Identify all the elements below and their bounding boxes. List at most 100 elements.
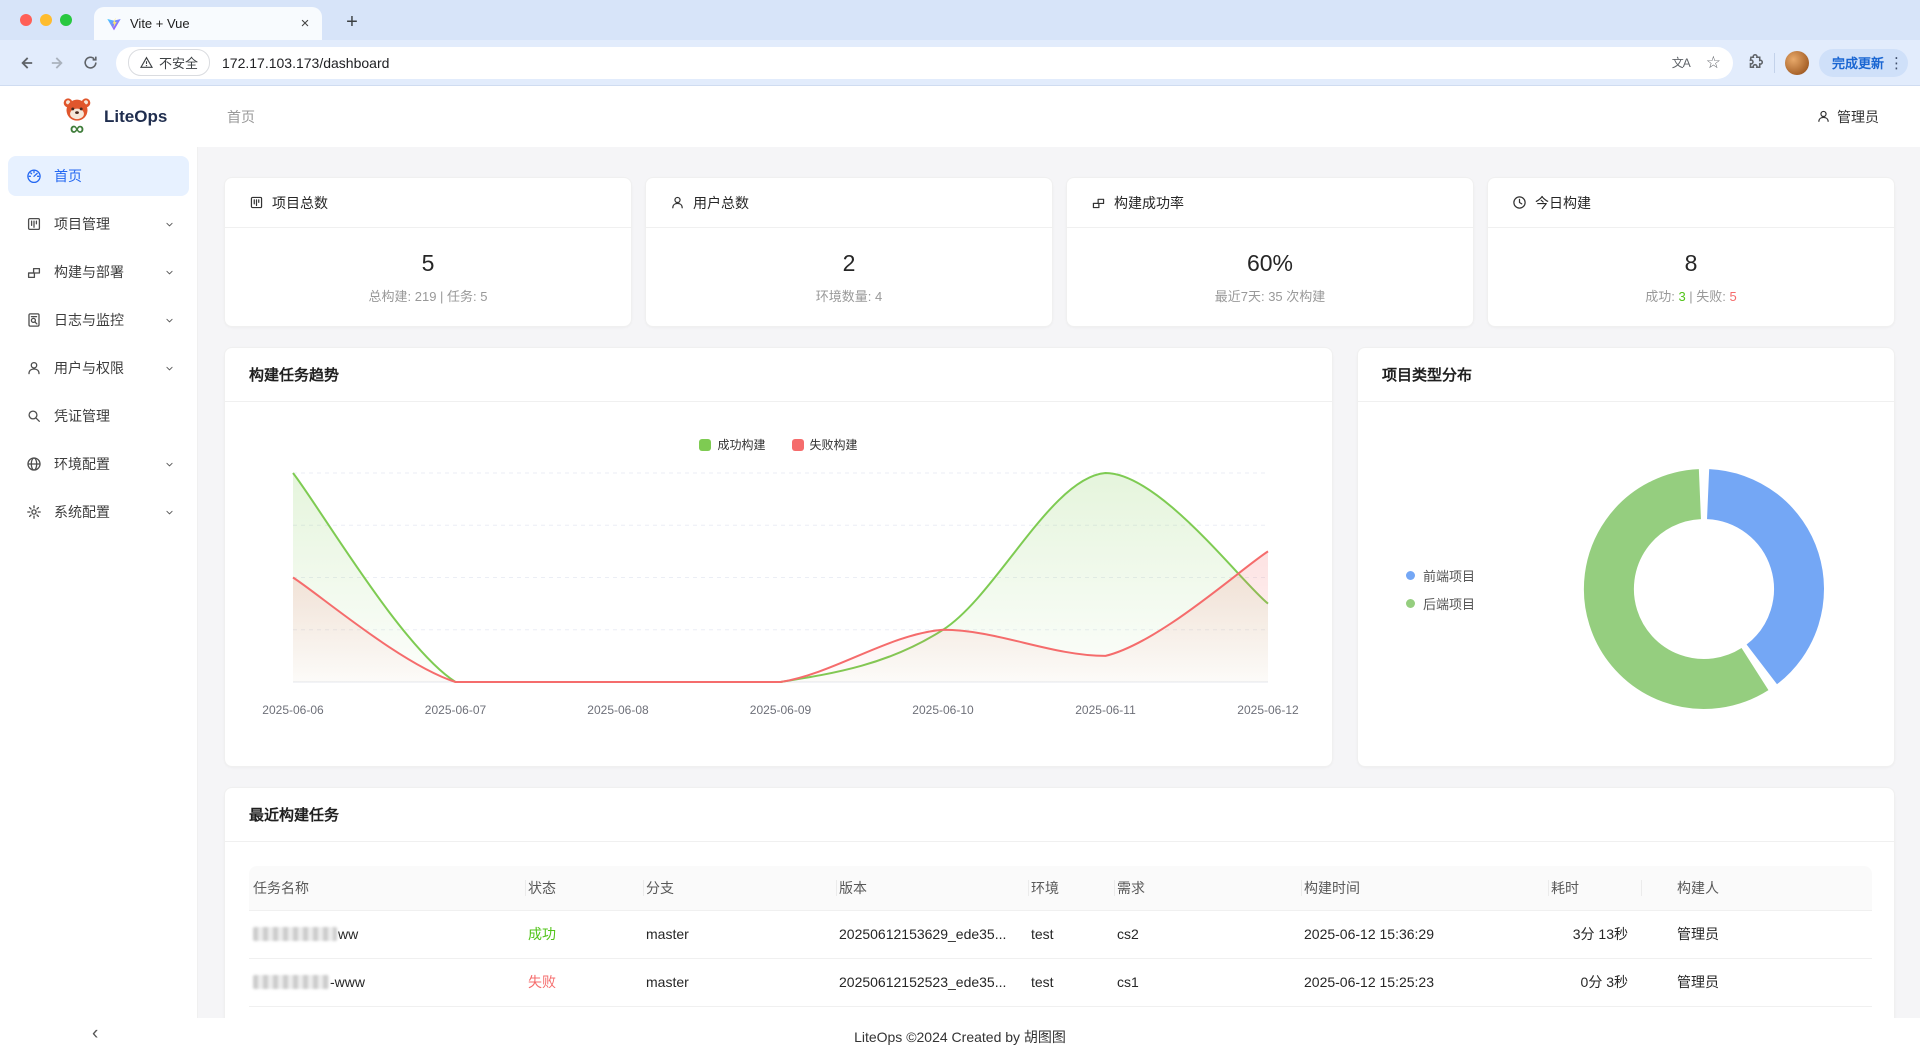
legend-item[interactable]: 失败构建	[792, 436, 858, 453]
new-tab-button[interactable]: +	[338, 9, 366, 37]
browser-tab[interactable]: Vite + Vue ×	[94, 7, 322, 40]
stat-sub-part: 3	[1678, 289, 1685, 304]
x-axis-label: 2025-06-06	[262, 703, 324, 717]
req-cell: cs2	[1115, 910, 1302, 958]
tab-close-icon[interactable]: ×	[296, 15, 314, 33]
task-name-suffix: -www	[330, 974, 365, 990]
stat-card-subtext: 最近7天: 35 次构建	[1215, 286, 1326, 305]
sidebar-item-environment[interactable]: 环境配置	[8, 444, 189, 484]
stat-sub-part: 成功:	[1645, 289, 1678, 304]
table-row: ww成功master20250612153629_ede35...testcs2…	[249, 910, 1872, 958]
project-icon	[249, 195, 264, 210]
column-header[interactable]: 分支	[644, 866, 837, 910]
stat-card-clock: 今日构建8成功: 3 | 失败: 5	[1487, 177, 1895, 327]
legend-item[interactable]: 前端项目	[1406, 566, 1475, 585]
stat-card-title: 用户总数	[693, 193, 749, 213]
security-chip[interactable]: 不安全	[128, 49, 210, 76]
chrome-update-button[interactable]: 完成更新 ⋮	[1819, 49, 1908, 77]
column-header[interactable]: 需求	[1115, 866, 1302, 910]
warning-icon	[140, 56, 153, 69]
stat-card-body: 60%最近7天: 35 次构建	[1067, 228, 1473, 326]
recent-builds-title: 最近构建任务	[225, 788, 1894, 842]
bookmark-star-icon[interactable]: ☆	[1706, 53, 1721, 73]
translate-icon[interactable]: 文A	[1672, 54, 1690, 71]
column-header[interactable]: 任务名称	[249, 866, 526, 910]
user-menu[interactable]: 管理员	[1816, 107, 1879, 127]
sidebar-item-build[interactable]: 构建与部署	[8, 252, 189, 292]
column-header[interactable]: 构建时间	[1302, 866, 1549, 910]
stat-card-body: 5 总构建: 219 | 任务: 5	[225, 228, 631, 326]
branch-cell: master	[644, 958, 837, 1006]
reload-button[interactable]	[76, 49, 104, 77]
toolbar-divider	[1774, 53, 1775, 73]
stat-sub-part: 环境数量: 4	[816, 289, 882, 304]
brand-name: LiteOps	[104, 107, 167, 127]
column-header[interactable]: 环境	[1029, 866, 1115, 910]
x-axis-label: 2025-06-09	[750, 703, 812, 717]
maximize-window-button[interactable]	[60, 14, 72, 26]
settings-icon	[26, 504, 42, 520]
stat-card-subtext: 成功: 3 | 失败: 5	[1645, 286, 1737, 305]
url-text[interactable]: 172.17.103.173/dashboard	[222, 55, 1656, 71]
x-axis-label: 2025-06-10	[912, 703, 974, 717]
build-trend-panel: 构建任务趋势 2025-06-062025-06-072025-06-08202…	[224, 347, 1333, 767]
legend-label: 前端项目	[1423, 566, 1475, 585]
stats-row: 项目总数 5 总构建: 219 | 任务: 5 用户总数 2 环境数量: 4 构建成功率 60…	[224, 177, 1895, 327]
close-window-button[interactable]	[20, 14, 32, 26]
extensions-icon[interactable]	[1745, 53, 1764, 72]
stat-sub-part: 5	[1730, 289, 1737, 304]
legend-label: 失败构建	[810, 436, 858, 453]
stat-sub-part: 最近7天: 35 次构建	[1215, 289, 1326, 304]
sidebar-item-logs[interactable]: 日志与监控	[8, 300, 189, 340]
sidebar-item-settings[interactable]: 系统配置	[8, 492, 189, 532]
stat-card-title: 构建成功率	[1114, 193, 1184, 213]
donut-slice-0[interactable]	[1708, 494, 1799, 664]
build-trend-chart: 2025-06-062025-06-072025-06-082025-06-09…	[225, 402, 1332, 767]
project-icon	[26, 216, 42, 232]
stat-card-title: 项目总数	[272, 193, 328, 213]
stat-sub-part: |	[1686, 289, 1697, 304]
liteops-panda-logo-icon: ∞	[56, 96, 98, 138]
x-axis-label: 2025-06-07	[425, 703, 487, 717]
column-header[interactable]: 耗时	[1549, 866, 1642, 910]
sidebar-item-credentials[interactable]: 凭证管理	[8, 396, 189, 436]
status-cell: 失败	[526, 958, 644, 1006]
project-type-panel: 项目类型分布 前端项目后端项目	[1357, 347, 1895, 767]
back-button[interactable]	[12, 49, 40, 77]
column-header[interactable]: 构建人	[1642, 866, 1872, 910]
sidebar-item-dashboard[interactable]: 首页	[8, 156, 189, 196]
version-cell: 20250612153629_ede35...	[837, 910, 1029, 958]
address-bar[interactable]: 不安全 172.17.103.173/dashboard 文A ☆	[116, 47, 1733, 79]
profile-avatar[interactable]	[1785, 51, 1809, 75]
trend-legend: 成功构建 失败构建	[225, 436, 1332, 453]
sidebar-item-label: 环境配置	[54, 454, 164, 474]
sidebar-item-label: 凭证管理	[54, 406, 175, 426]
stat-card-value: 8	[1685, 250, 1698, 277]
minimize-window-button[interactable]	[40, 14, 52, 26]
stat-card-value: 5	[422, 250, 435, 277]
legend-dot	[1406, 571, 1415, 580]
stat-card-subtext: 总构建: 219 | 任务: 5	[369, 286, 488, 305]
main-content: 项目总数 5 总构建: 219 | 任务: 5 用户总数 2 环境数量: 4 构建成功率 60…	[198, 147, 1920, 1055]
footer-text: LiteOps ©2024 Created by 胡图图	[854, 1027, 1066, 1047]
svg-text:∞: ∞	[70, 117, 84, 137]
sidebar-item-project[interactable]: 项目管理	[8, 204, 189, 244]
user-icon	[670, 195, 685, 210]
sidebar-item-users[interactable]: 用户与权限	[8, 348, 189, 388]
vite-favicon-icon	[106, 16, 122, 32]
forward-button[interactable]	[44, 49, 72, 77]
sidebar-item-label: 系统配置	[54, 502, 164, 522]
legend-item[interactable]: 成功构建	[699, 436, 765, 453]
env-cell: test	[1029, 958, 1115, 1006]
stat-card-header: 用户总数	[646, 178, 1052, 228]
chrome-menu-icon[interactable]: ⋮	[1889, 54, 1903, 72]
app-logo[interactable]: ∞ LiteOps	[0, 96, 198, 138]
column-header[interactable]: 版本	[837, 866, 1029, 910]
sidebar-collapse-button[interactable]: ‹	[92, 1024, 98, 1043]
credentials-icon	[26, 408, 42, 424]
column-header[interactable]: 状态	[526, 866, 644, 910]
legend-swatch	[699, 439, 711, 451]
legend-item[interactable]: 后端项目	[1406, 594, 1475, 613]
breadcrumb: 首页	[227, 107, 1816, 127]
stat-card-value: 2	[843, 250, 856, 277]
